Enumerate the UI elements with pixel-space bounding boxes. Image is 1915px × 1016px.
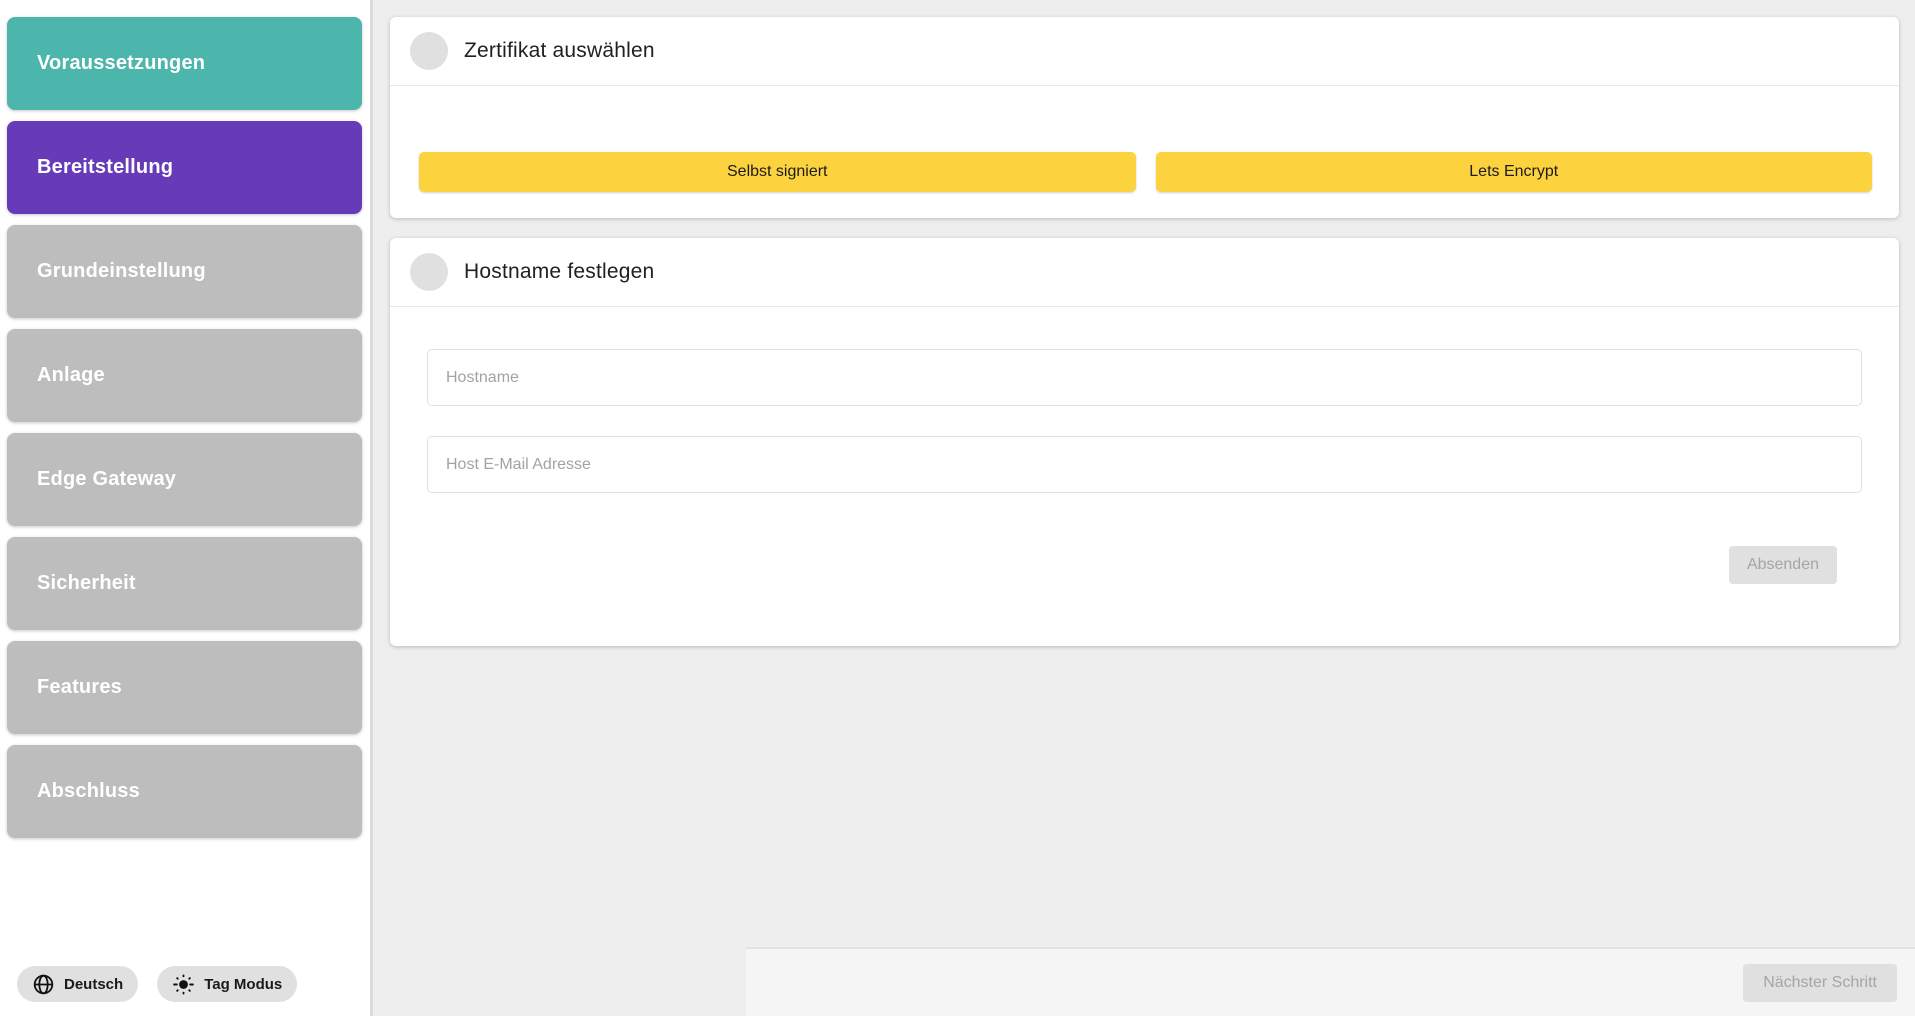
- submit-button[interactable]: Absenden: [1729, 546, 1837, 584]
- self-signed-button[interactable]: Selbst signiert: [419, 152, 1136, 192]
- wizard-sidebar: Voraussetzungen Bereitstellung Grundeins…: [0, 0, 370, 1016]
- sidebar-item-edge-gateway[interactable]: Edge Gateway: [7, 433, 362, 526]
- sidebar-item-anlage[interactable]: Anlage: [7, 329, 362, 422]
- globe-icon: [32, 973, 55, 996]
- sidebar-item-sicherheit[interactable]: Sicherheit: [7, 537, 362, 630]
- theme-mode-chip[interactable]: Tag Modus: [157, 966, 297, 1002]
- sidebar-item-voraussetzungen[interactable]: Voraussetzungen: [7, 17, 362, 110]
- certificate-options: Selbst signiert Lets Encrypt: [390, 86, 1899, 192]
- hostname-card-title: Hostname festlegen: [464, 260, 654, 284]
- sidebar-item-grundeinstellung[interactable]: Grundeinstellung: [7, 225, 362, 318]
- next-step-button[interactable]: Nächster Schritt: [1743, 964, 1897, 1002]
- sidebar-footer-chips: Deutsch Tag Modus: [17, 966, 297, 1002]
- sidebar-item-bereitstellung[interactable]: Bereitstellung: [7, 121, 362, 214]
- certificate-card-header: Zertifikat auswählen: [390, 17, 1899, 86]
- theme-mode-chip-label: Tag Modus: [204, 976, 282, 993]
- hostname-form: Absenden: [390, 307, 1899, 584]
- certificate-card: Zertifikat auswählen Selbst signiert Let…: [390, 17, 1899, 218]
- wizard-steps: Voraussetzungen Bereitstellung Grundeins…: [7, 17, 362, 838]
- sun-icon: [172, 973, 195, 996]
- hostname-card-header: Hostname festlegen: [390, 238, 1899, 307]
- language-chip[interactable]: Deutsch: [17, 966, 138, 1002]
- host-email-input[interactable]: [427, 436, 1862, 493]
- sidebar-item-features[interactable]: Features: [7, 641, 362, 734]
- main-content: Zertifikat auswählen Selbst signiert Let…: [373, 0, 1915, 1016]
- step-status-icon: [410, 253, 448, 291]
- sidebar-item-abschluss[interactable]: Abschluss: [7, 745, 362, 838]
- language-chip-label: Deutsch: [64, 976, 123, 993]
- step-status-icon: [410, 32, 448, 70]
- submit-row: Absenden: [427, 546, 1862, 584]
- wizard-footer: Nächster Schritt: [746, 947, 1915, 1016]
- hostname-card: Hostname festlegen Absenden: [390, 238, 1899, 646]
- certificate-card-title: Zertifikat auswählen: [464, 39, 655, 63]
- hostname-input[interactable]: [427, 349, 1862, 406]
- lets-encrypt-button[interactable]: Lets Encrypt: [1156, 152, 1873, 192]
